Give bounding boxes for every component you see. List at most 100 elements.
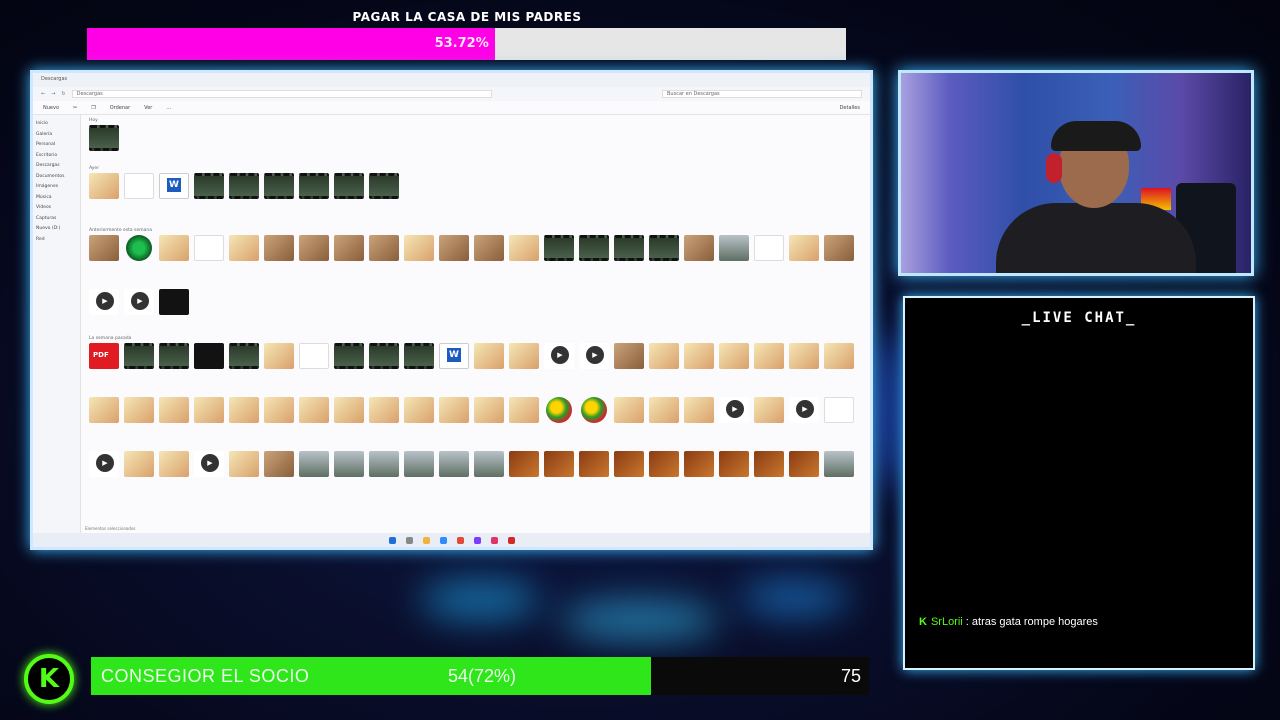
refresh-icon[interactable]: ↻ [61, 91, 65, 97]
file-item[interactable] [544, 343, 574, 369]
file-item[interactable] [334, 451, 364, 477]
file-item[interactable] [579, 235, 609, 261]
file-item[interactable] [159, 343, 189, 369]
command-view[interactable]: Ver [144, 105, 152, 111]
file-item[interactable] [89, 397, 119, 423]
file-item[interactable] [824, 343, 854, 369]
nav-item[interactable]: Nuevo (D:) [36, 224, 77, 235]
file-item[interactable] [89, 451, 119, 477]
file-item[interactable] [649, 451, 679, 477]
file-item[interactable] [194, 343, 224, 369]
file-item[interactable] [824, 451, 854, 477]
command-sort[interactable]: Ordenar [110, 105, 130, 111]
file-item[interactable] [264, 343, 294, 369]
file-item[interactable] [89, 173, 119, 199]
file-item[interactable] [684, 343, 714, 369]
file-item[interactable] [124, 173, 154, 199]
file-item[interactable] [89, 289, 119, 315]
command-new[interactable]: Nuevo [43, 105, 59, 111]
file-item[interactable] [159, 397, 189, 423]
file-item[interactable] [579, 397, 609, 423]
file-item[interactable] [649, 397, 679, 423]
file-item[interactable] [579, 451, 609, 477]
file-item[interactable] [544, 397, 574, 423]
file-item[interactable] [229, 397, 259, 423]
file-item[interactable] [754, 451, 784, 477]
file-item[interactable] [544, 451, 574, 477]
file-item[interactable] [754, 235, 784, 261]
file-item[interactable] [614, 343, 644, 369]
file-item[interactable] [89, 125, 119, 151]
file-item[interactable] [439, 343, 469, 369]
file-item[interactable] [789, 397, 819, 423]
file-item[interactable] [719, 343, 749, 369]
file-item[interactable] [649, 343, 679, 369]
file-item[interactable] [334, 173, 364, 199]
file-item[interactable] [684, 451, 714, 477]
file-item[interactable] [369, 343, 399, 369]
file-item[interactable] [544, 235, 574, 261]
file-item[interactable] [404, 397, 434, 423]
file-item[interactable] [334, 343, 364, 369]
nav-item[interactable]: Galería [36, 130, 77, 141]
nav-item[interactable]: Imágenes [36, 182, 77, 193]
nav-item[interactable]: Vídeos [36, 203, 77, 214]
file-item[interactable] [194, 397, 224, 423]
file-item[interactable] [789, 235, 819, 261]
file-item[interactable] [334, 235, 364, 261]
file-item[interactable] [649, 235, 679, 261]
file-item[interactable] [159, 451, 189, 477]
file-item[interactable] [299, 397, 329, 423]
file-item[interactable] [404, 451, 434, 477]
file-item[interactable] [299, 173, 329, 199]
search-input[interactable]: Buscar en Descargas [662, 90, 862, 98]
file-item[interactable] [124, 451, 154, 477]
file-item[interactable] [439, 451, 469, 477]
file-item[interactable] [299, 235, 329, 261]
file-item[interactable] [579, 343, 609, 369]
file-item[interactable] [334, 397, 364, 423]
file-item[interactable] [439, 397, 469, 423]
file-item[interactable] [824, 397, 854, 423]
file-item[interactable] [369, 451, 399, 477]
search-icon[interactable] [405, 536, 413, 544]
taskbar-app-icon[interactable] [439, 536, 447, 544]
file-item[interactable] [404, 235, 434, 261]
file-item[interactable] [124, 343, 154, 369]
file-item[interactable] [719, 235, 749, 261]
file-item[interactable] [229, 235, 259, 261]
nav-item[interactable]: Música [36, 193, 77, 204]
nav-item[interactable]: Personal [36, 140, 77, 151]
file-item[interactable] [229, 343, 259, 369]
file-item[interactable] [194, 451, 224, 477]
command-more[interactable]: ... [166, 105, 171, 111]
cut-icon[interactable]: ✂ [73, 105, 77, 111]
file-item[interactable] [474, 397, 504, 423]
chat-username[interactable]: SrLorii [931, 616, 963, 628]
copy-icon[interactable]: ❐ [91, 105, 95, 111]
file-item[interactable] [264, 173, 294, 199]
taskbar-app-icon[interactable] [456, 536, 464, 544]
file-item[interactable] [264, 235, 294, 261]
file-item[interactable] [789, 451, 819, 477]
file-item[interactable] [509, 235, 539, 261]
nav-item[interactable]: Documentos [36, 172, 77, 183]
file-item[interactable] [194, 235, 224, 261]
file-item[interactable] [404, 343, 434, 369]
file-item[interactable] [474, 235, 504, 261]
file-item[interactable] [754, 343, 784, 369]
taskbar-app-icon[interactable] [507, 536, 515, 544]
file-item[interactable] [124, 289, 154, 315]
file-item[interactable] [824, 235, 854, 261]
nav-item[interactable]: Descargas [36, 161, 77, 172]
file-item[interactable] [124, 397, 154, 423]
file-item[interactable] [614, 235, 644, 261]
file-item[interactable] [474, 343, 504, 369]
file-item[interactable] [159, 173, 189, 199]
file-item[interactable] [509, 397, 539, 423]
taskbar-app-icon[interactable] [422, 536, 430, 544]
taskbar-app-icon[interactable] [490, 536, 498, 544]
file-item[interactable] [789, 343, 819, 369]
file-item[interactable] [369, 235, 399, 261]
file-item[interactable] [229, 173, 259, 199]
